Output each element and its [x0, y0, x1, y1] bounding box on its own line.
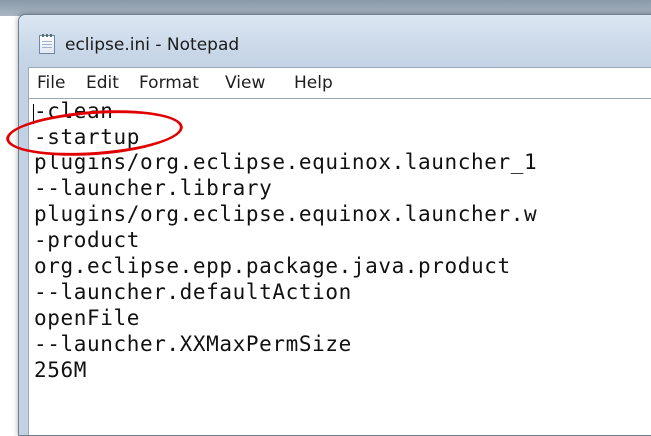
editor-line: --launcher.library — [34, 176, 273, 200]
editor-line: org.eclipse.epp.package.java.product — [34, 254, 511, 278]
editor-line: -product — [34, 228, 140, 252]
editor-line: openFile — [34, 306, 140, 330]
menu-file[interactable]: File — [37, 73, 65, 93]
editor-line: --launcher.XXMaxPermSize — [34, 332, 352, 356]
notepad-window: eclipse.ini - Notepad File Edit Format V… — [18, 14, 651, 436]
editor-line: 256M — [34, 358, 87, 382]
window-title: eclipse.ini - Notepad — [65, 35, 240, 55]
title-bar[interactable]: eclipse.ini - Notepad — [19, 15, 651, 65]
notepad-icon[interactable] — [39, 34, 55, 54]
menu-view[interactable]: View — [225, 73, 265, 93]
menu-edit[interactable]: Edit — [86, 73, 119, 93]
editor-line: --launcher.defaultAction — [34, 280, 352, 304]
menu-help[interactable]: Help — [294, 73, 333, 93]
menu-bar: File Edit Format View Help — [29, 68, 651, 98]
editor-line: plugins/org.eclipse.equinox.launcher.w — [34, 202, 538, 226]
menu-format[interactable]: Format — [139, 73, 199, 93]
